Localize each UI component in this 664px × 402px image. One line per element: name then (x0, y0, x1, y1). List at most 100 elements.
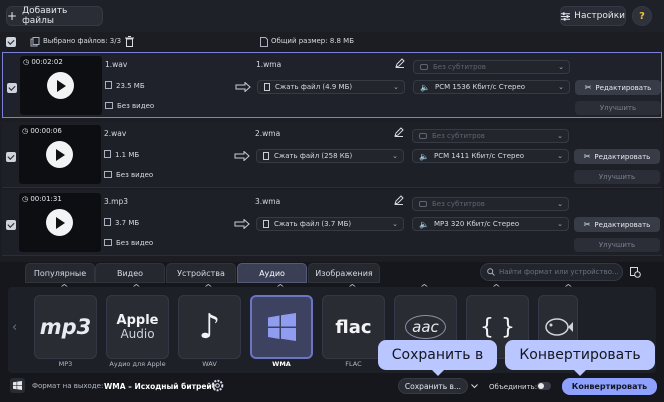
file-preview: ◷ 00:00:06 (19, 125, 101, 184)
source-file-size: 23.5 МБ (105, 81, 145, 90)
apple-audio-icon: Apple Audio (116, 312, 159, 341)
total-size: Общий размер: 8.8 МБ (271, 37, 355, 45)
subtitles-icon (419, 201, 427, 207)
chevron-up-icon[interactable]: ^ (204, 283, 213, 292)
format-search-input[interactable]: Найти формат или устройство... (480, 263, 623, 281)
audio-settings-value: MP3 320 Кбит/с Стерео (433, 220, 520, 228)
gear-icon[interactable] (211, 379, 224, 392)
settings-button[interactable]: Настройки (560, 6, 626, 26)
compress-dropdown[interactable]: Сжать файл (258 КБ) ⌄ (256, 149, 404, 163)
file-row[interactable]: ◷ 00:01:31 3.mp3 3.7 МБ Без видео 3.wma … (2, 190, 662, 256)
chevron-up-icon[interactable]: ^ (492, 283, 501, 292)
edit-button[interactable]: ✂ Редактировать (575, 80, 661, 95)
format-card[interactable]: flac (322, 295, 385, 359)
file-preview: ◷ 00:02:02 (20, 56, 102, 115)
chevron-up-icon[interactable]: ^ (348, 283, 357, 292)
source-file-size: 3.7 МБ (104, 218, 139, 227)
file-preview: ◷ 00:01:31 (19, 193, 101, 252)
pencil-icon[interactable] (395, 58, 405, 68)
windows-logo-icon (267, 313, 296, 341)
output-format-value: WMA – Исходный битрейт (104, 382, 217, 391)
file-size-icon (104, 218, 111, 226)
tab-devices[interactable]: Устройства (166, 263, 236, 283)
add-files-label: Добавить файлы (22, 6, 68, 26)
compress-dropdown[interactable]: Сжать файл (3.7 МБ) ⌄ (256, 217, 404, 231)
edit-label: Редактировать (595, 83, 652, 92)
flac-icon: flac (335, 316, 372, 338)
convert-tooltip: Конвертировать (505, 340, 655, 376)
chevron-down-icon: ⌄ (557, 200, 563, 208)
output-file-name: 2.wma (255, 129, 281, 138)
chevron-up-icon[interactable]: ^ (276, 283, 285, 292)
format-card[interactable]: ♪ (178, 295, 241, 359)
music-note-icon: ♪ (198, 307, 221, 347)
chevron-down-icon: ⌄ (392, 220, 398, 228)
chevron-down-icon[interactable] (471, 384, 478, 389)
compress-dropdown[interactable]: Сжать файл (4.9 МБ) ⌄ (257, 80, 405, 94)
format-card[interactable] (250, 295, 313, 359)
play-icon[interactable] (46, 141, 73, 168)
edit-button[interactable]: ✂ Редактировать (574, 149, 660, 164)
pencil-icon[interactable] (394, 195, 404, 205)
source-file-name: 1.wav (105, 60, 128, 69)
scissors-icon: ✂ (584, 83, 592, 92)
format-card[interactable]: Apple Audio (106, 295, 169, 359)
edit-button[interactable]: ✂ Редактировать (574, 217, 660, 232)
chevron-up-icon[interactable]: ^ (132, 283, 141, 292)
add-files-button[interactable]: + Добавить файлы (6, 6, 103, 26)
chevron-up-icon[interactable]: ^ (60, 283, 69, 292)
format-card[interactable]: mp3 (34, 295, 97, 359)
help-button[interactable]: ? (632, 6, 652, 26)
tab-popular[interactable]: Популярные (25, 263, 95, 283)
trash-icon[interactable] (125, 36, 134, 47)
play-icon[interactable] (47, 72, 74, 99)
subtitles-value: Без субтитров (432, 200, 485, 208)
subtitles-dropdown[interactable]: Без субтитров ⌄ (412, 197, 569, 211)
subtitles-dropdown[interactable]: Без субтитров ⌄ (412, 129, 569, 143)
convert-button[interactable]: Конвертировать (562, 378, 657, 395)
export-icon[interactable] (630, 267, 641, 278)
duration-label: ◷ 00:01:31 (22, 195, 62, 203)
tab-video[interactable]: Видео (95, 263, 165, 283)
file-checkbox[interactable] (6, 152, 16, 162)
save-to-dropdown[interactable]: Сохранить в... (398, 378, 468, 394)
convert-arrow-icon (235, 82, 251, 92)
chevron-left-icon[interactable]: ‹ (12, 320, 17, 335)
scissors-icon: ✂ (583, 152, 591, 161)
audio-settings-dropdown[interactable]: 🔈 PCM 1411 Кбит/с Стерео ⌄ (412, 149, 569, 163)
improve-button[interactable]: Улучшить (575, 101, 661, 115)
improve-button[interactable]: Улучшить (574, 170, 660, 184)
tab-images[interactable]: Изображения (308, 263, 380, 283)
compress-icon (264, 83, 270, 91)
pencil-icon[interactable] (394, 127, 404, 137)
chevron-up-icon[interactable]: ^ (420, 283, 429, 292)
chevron-down-icon: ⌄ (557, 132, 563, 140)
select-all-checkbox[interactable] (6, 37, 16, 47)
format-label: Аудио для Apple (109, 360, 166, 368)
file-checkbox[interactable] (7, 83, 17, 93)
compress-icon (263, 220, 269, 228)
merge-toggle[interactable] (537, 382, 551, 390)
file-checkbox[interactable] (6, 220, 16, 230)
sliders-icon (561, 11, 571, 21)
file-row[interactable]: ◷ 00:00:06 2.wav 1.1 МБ Без видео 2.wma … (2, 122, 662, 188)
chevron-down-icon: ⌄ (557, 152, 563, 160)
chevron-up-icon[interactable]: ^ (564, 283, 573, 292)
source-file-name: 3.mp3 (104, 197, 128, 206)
file-icon (260, 37, 268, 47)
convert-arrow-icon (234, 219, 250, 229)
improve-button[interactable]: Улучшить (574, 238, 660, 252)
subtitles-dropdown[interactable]: Без субтитров ⌄ (413, 60, 570, 74)
aac-icon: aac (405, 315, 446, 339)
duration-label: ◷ 00:02:02 (23, 58, 63, 66)
chevron-down-icon: ⌄ (557, 220, 563, 228)
audio-settings-dropdown[interactable]: 🔈 PCM 1536 Кбит/с Стерео ⌄ (413, 80, 570, 94)
file-row[interactable]: ◷ 00:02:02 1.wav 23.5 МБ Без видео 1.wma… (2, 52, 662, 118)
merge-label: Объединить: (489, 383, 538, 391)
audio-settings-dropdown[interactable]: 🔈 MP3 320 Кбит/с Стерео ⌄ (412, 217, 569, 231)
play-icon[interactable] (46, 209, 73, 236)
mp3-icon: mp3 (39, 315, 92, 339)
subtitles-icon (419, 133, 427, 139)
tab-audio[interactable]: Аудио (237, 263, 307, 283)
speaker-icon: 🔈 (419, 151, 429, 161)
